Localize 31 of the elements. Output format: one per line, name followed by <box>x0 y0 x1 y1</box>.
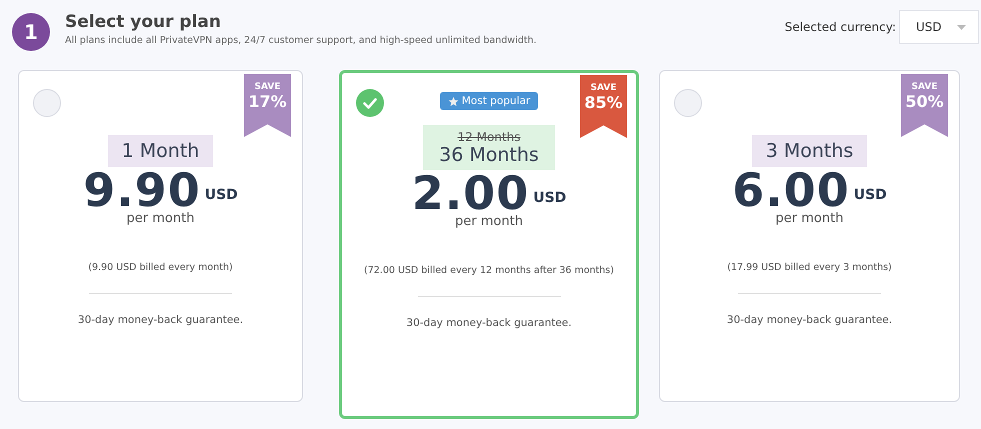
radio-button[interactable] <box>33 89 61 117</box>
duration: 3 Months <box>766 140 854 162</box>
check-icon <box>363 98 377 108</box>
guarantee-text: 30-day money-back guarantee. <box>406 317 572 329</box>
currency-select[interactable]: USD <box>899 10 979 44</box>
badge-label: Most popular <box>462 95 530 107</box>
guarantee-text: 30-day money-back guarantee. <box>726 314 892 326</box>
price-currency: USD <box>854 187 887 203</box>
save-value: 17% <box>248 92 287 111</box>
step-number: 1 <box>12 13 50 51</box>
price-currency: USD <box>204 187 238 203</box>
save-label: SAVE <box>912 82 938 92</box>
old-duration: 12 Months <box>458 130 520 144</box>
section-subtitle: All plans include all PrivateVPN apps, 24/7 customer support, and high-speed unlimited bandwidth. <box>65 35 538 46</box>
save-label: SAVE <box>254 82 280 92</box>
billing-note: (9.90 USD billed every month) <box>88 262 233 273</box>
save-value: 50% <box>905 92 944 111</box>
save-label: SAVE <box>590 83 616 93</box>
radio-button[interactable] <box>674 89 702 117</box>
save-value: 85% <box>584 93 623 112</box>
price-currency: USD <box>533 190 566 206</box>
radio-button[interactable] <box>356 89 384 117</box>
duration: 36 Months <box>439 144 539 166</box>
section-title: Select your plan <box>65 12 222 32</box>
currency-label: Selected currency: <box>784 20 896 34</box>
guarantee-text: 30-day money-back guarantee. <box>78 314 244 326</box>
star-icon <box>448 96 459 106</box>
duration: 1 Month <box>122 140 200 162</box>
billing-note: (72.00 USD billed every 12 months after 36 months) <box>364 265 614 276</box>
caret-icon <box>957 24 966 30</box>
billing-note: (17.99 USD billed every 3 months) <box>727 262 892 273</box>
